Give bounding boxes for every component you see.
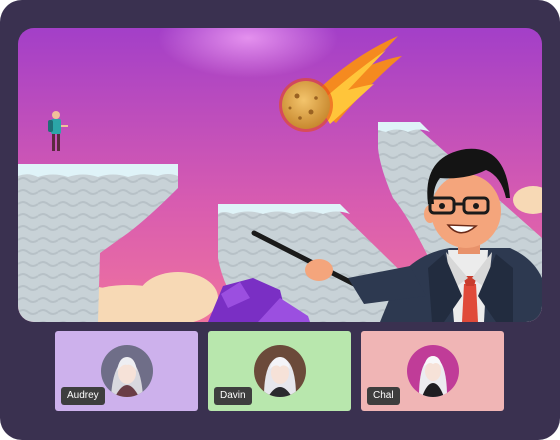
game-scene <box>18 28 542 322</box>
participant-name: Davin <box>214 387 252 405</box>
participant-strip: Audrey Davin Chal <box>0 331 560 411</box>
video-call-window: Audrey Davin Chal <box>0 0 560 440</box>
shared-screen-game-view <box>18 28 542 322</box>
participant-tile[interactable]: Audrey <box>55 331 198 411</box>
participant-tile[interactable]: Davin <box>208 331 351 411</box>
participant-name: Audrey <box>61 387 105 405</box>
participant-name: Chal <box>367 387 400 405</box>
avatar <box>101 345 153 397</box>
participant-tile[interactable]: Chal <box>361 331 504 411</box>
avatar <box>254 345 306 397</box>
avatar <box>407 345 459 397</box>
